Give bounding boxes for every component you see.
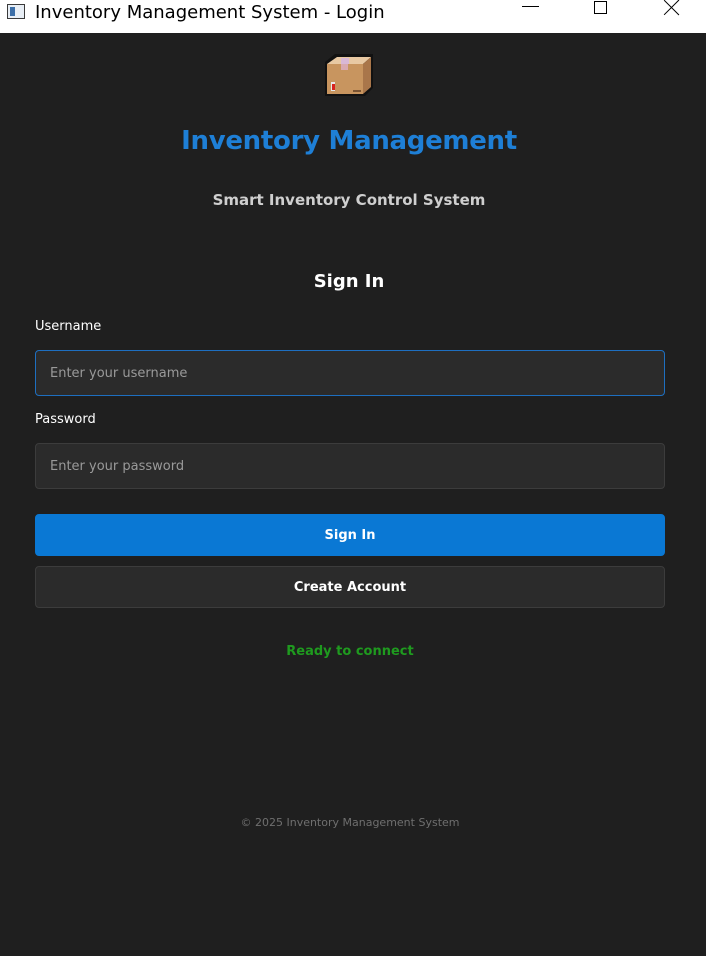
app-icon: [7, 4, 25, 19]
sign-in-button-label: Sign In: [324, 527, 376, 543]
minimize-icon: [521, 5, 539, 7]
create-account-button[interactable]: Create Account: [35, 566, 665, 608]
maximize-button[interactable]: [565, 0, 635, 24]
username-label: Username: [35, 319, 102, 334]
connection-status: Ready to connect: [286, 644, 414, 659]
sign-in-heading: Sign In: [313, 271, 385, 292]
close-button[interactable]: [636, 0, 706, 24]
footer-copyright: © 2025 Inventory Management System: [240, 816, 460, 829]
window-title: Inventory Management System - Login: [35, 2, 385, 23]
password-label: Password: [35, 412, 96, 427]
minimize-button[interactable]: [495, 0, 565, 24]
title-bar[interactable]: Inventory Management System - Login: [0, 0, 706, 33]
app-subtitle: Smart Inventory Control System: [212, 191, 486, 209]
app-title: Inventory Management: [181, 126, 517, 156]
password-input[interactable]: [35, 443, 665, 489]
close-icon: [663, 0, 680, 16]
package-box-icon: [325, 54, 373, 96]
login-window: Inventory Management System - Login Inve…: [0, 0, 706, 956]
username-input[interactable]: [35, 350, 665, 396]
maximize-icon: [593, 0, 607, 14]
sign-in-button[interactable]: Sign In: [35, 514, 665, 556]
create-account-button-label: Create Account: [293, 579, 407, 595]
